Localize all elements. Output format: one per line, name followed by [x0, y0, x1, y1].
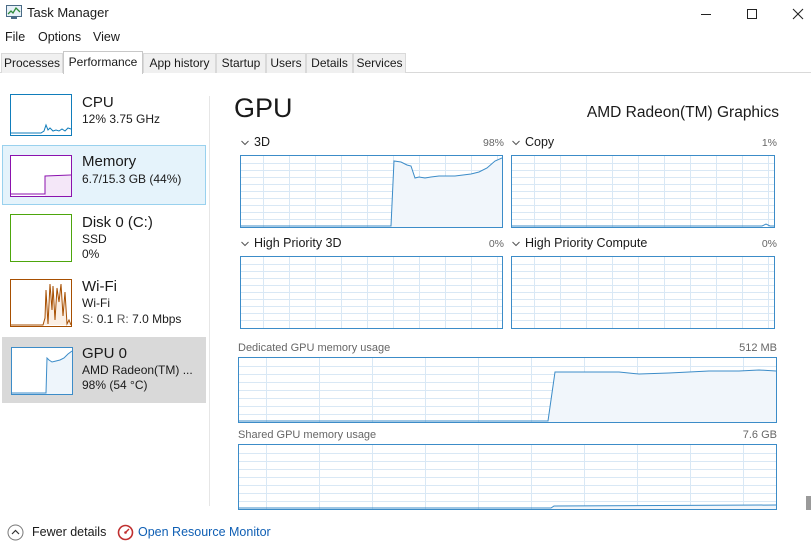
tab-strip: Processes Performance App history Startu…: [0, 51, 811, 74]
title-bar: Task Manager: [0, 0, 811, 27]
engine-copy-graph-plot: [512, 156, 774, 227]
sidebar-gpu-name: GPU 0: [82, 345, 128, 362]
resource-monitor-icon: [117, 524, 134, 541]
wifi-thumbnail-graph: [10, 279, 72, 327]
sidebar-gpu-usage-temp: 98% (54 °C): [82, 378, 148, 392]
sidebar-item-disk[interactable]: Disk 0 (C:) SSD 0%: [2, 210, 206, 270]
engine-hpc-pct: 0%: [761, 238, 777, 250]
sidebar-item-wifi[interactable]: Wi-Fi Wi-Fi S: 0.1 R: 7.0 Mbps: [2, 275, 206, 335]
chevron-down-icon: [241, 241, 249, 247]
close-button[interactable]: [775, 0, 811, 27]
fewer-details-link[interactable]: Fewer details: [32, 525, 106, 539]
menu-file[interactable]: File: [5, 30, 25, 44]
maximize-icon: [747, 8, 757, 19]
sidebar-cpu-usage: 12% 3.75 GHz: [82, 112, 161, 126]
sidebar-disk-name: Disk 0 (C:): [82, 214, 153, 231]
cpu-thumbnail-line: [11, 123, 72, 134]
sidebar-divider: [209, 96, 210, 506]
sidebar-memory-name: Memory: [82, 153, 137, 170]
sidebar-gpu-model: AMD Radeon(TM) ...: [82, 363, 193, 377]
engine-selector-high-priority-compute[interactable]: High Priority Compute: [512, 236, 647, 250]
engine-3d-name: 3D: [254, 135, 270, 149]
performance-sidebar: CPU 12% 3.75 GHz Memory 6.7/15.3 GB (44%…: [0, 90, 209, 506]
sidebar-disk-usage: 0%: [82, 247, 100, 261]
engine-hp3d-name: High Priority 3D: [254, 236, 342, 250]
tab-startup[interactable]: Startup: [216, 53, 266, 73]
tab-services[interactable]: Services: [353, 53, 406, 73]
sidebar-item-gpu[interactable]: GPU 0 AMD Radeon(TM) ... 98% (54 °C): [2, 337, 206, 403]
chevron-down-icon: [512, 140, 520, 146]
fewer-details-chevron-up-icon[interactable]: [7, 524, 24, 541]
shared-memory-label: Shared GPU memory usage: [238, 429, 377, 441]
memory-thumbnail-graph: [10, 155, 72, 197]
chevron-down-icon: [512, 241, 520, 247]
dedicated-memory-graph: [238, 357, 777, 423]
disk-thumbnail-graph: [10, 214, 72, 262]
window-title: Task Manager: [27, 5, 109, 20]
wifi-send-value: 0.1: [96, 312, 114, 326]
engine-selector-3d[interactable]: 3D: [241, 135, 270, 149]
wifi-send-label: S:: [82, 312, 94, 326]
close-icon: [792, 8, 804, 19]
bottom-bar: Fewer details Open Resource Monitor: [0, 520, 811, 546]
wifi-receive-label: R:: [116, 312, 129, 326]
engine-hpc-graph-plot: [512, 257, 774, 328]
tab-performance[interactable]: Performance: [63, 51, 143, 74]
tab-app-history[interactable]: App history: [143, 53, 216, 73]
memory-thumbnail-line: [11, 174, 72, 196]
sidebar-wifi-adapter: Wi-Fi: [82, 296, 110, 310]
engine-copy-graph: [511, 155, 775, 228]
minimize-button[interactable]: [683, 0, 729, 27]
cpu-thumbnail-graph: [10, 94, 72, 136]
gpu-thumbnail-line: [12, 350, 73, 394]
maximize-button[interactable]: [729, 0, 775, 27]
engine-hp3d-graph: [240, 256, 503, 329]
minimize-icon: [701, 13, 711, 15]
page-title: GPU: [234, 93, 293, 123]
gpu-model-name: AMD Radeon(TM) Graphics: [586, 104, 779, 121]
dedicated-memory-label: Dedicated GPU memory usage: [238, 342, 391, 354]
shared-memory-graph: [238, 444, 777, 510]
task-manager-app-icon: [6, 5, 22, 19]
sidebar-wifi-name: Wi-Fi: [82, 278, 117, 295]
shared-memory-max: 7.6 GB: [742, 429, 777, 441]
engine-3d-graph: [240, 155, 503, 228]
dedicated-memory-graph-plot: [239, 358, 776, 422]
sidebar-wifi-throughput: S: 0.1 R: 7.0 Mbps: [82, 312, 181, 326]
menu-options[interactable]: Options: [38, 30, 81, 44]
shared-memory-graph-plot: [239, 445, 776, 509]
menu-view[interactable]: View: [93, 30, 120, 44]
engine-copy-pct: 1%: [761, 137, 777, 149]
engine-3d-pct: 98%: [482, 137, 504, 149]
sidebar-memory-usage: 6.7/15.3 GB (44%): [82, 172, 182, 186]
sidebar-item-cpu[interactable]: CPU 12% 3.75 GHz: [2, 90, 206, 150]
tab-users[interactable]: Users: [266, 53, 306, 73]
chevron-down-icon: [241, 140, 249, 146]
wifi-thumbnail-line: [11, 283, 72, 326]
engine-hpc-graph: [511, 256, 775, 329]
tab-details[interactable]: Details: [306, 53, 353, 73]
engine-hp3d-pct: 0%: [488, 238, 504, 250]
wifi-receive-value: 7.0 Mbps: [132, 312, 182, 326]
engine-hpc-name: High Priority Compute: [525, 236, 648, 250]
open-resource-monitor-link[interactable]: Open Resource Monitor: [138, 525, 271, 539]
gpu-thumbnail-graph: [11, 347, 73, 395]
engine-hp3d-graph-plot: [241, 257, 502, 328]
dedicated-memory-max: 512 MB: [739, 342, 777, 354]
vertical-scrollbar-thumb[interactable]: [806, 496, 811, 510]
engine-3d-graph-plot: [241, 156, 502, 227]
engine-selector-high-priority-3d[interactable]: High Priority 3D: [241, 236, 342, 250]
engine-copy-name: Copy: [525, 135, 555, 149]
sidebar-disk-type: SSD: [82, 232, 107, 246]
sidebar-item-memory[interactable]: Memory 6.7/15.3 GB (44%): [2, 145, 206, 205]
engine-selector-copy[interactable]: Copy: [512, 135, 554, 149]
tab-processes[interactable]: Processes: [1, 53, 63, 73]
sidebar-cpu-name: CPU: [82, 94, 114, 111]
